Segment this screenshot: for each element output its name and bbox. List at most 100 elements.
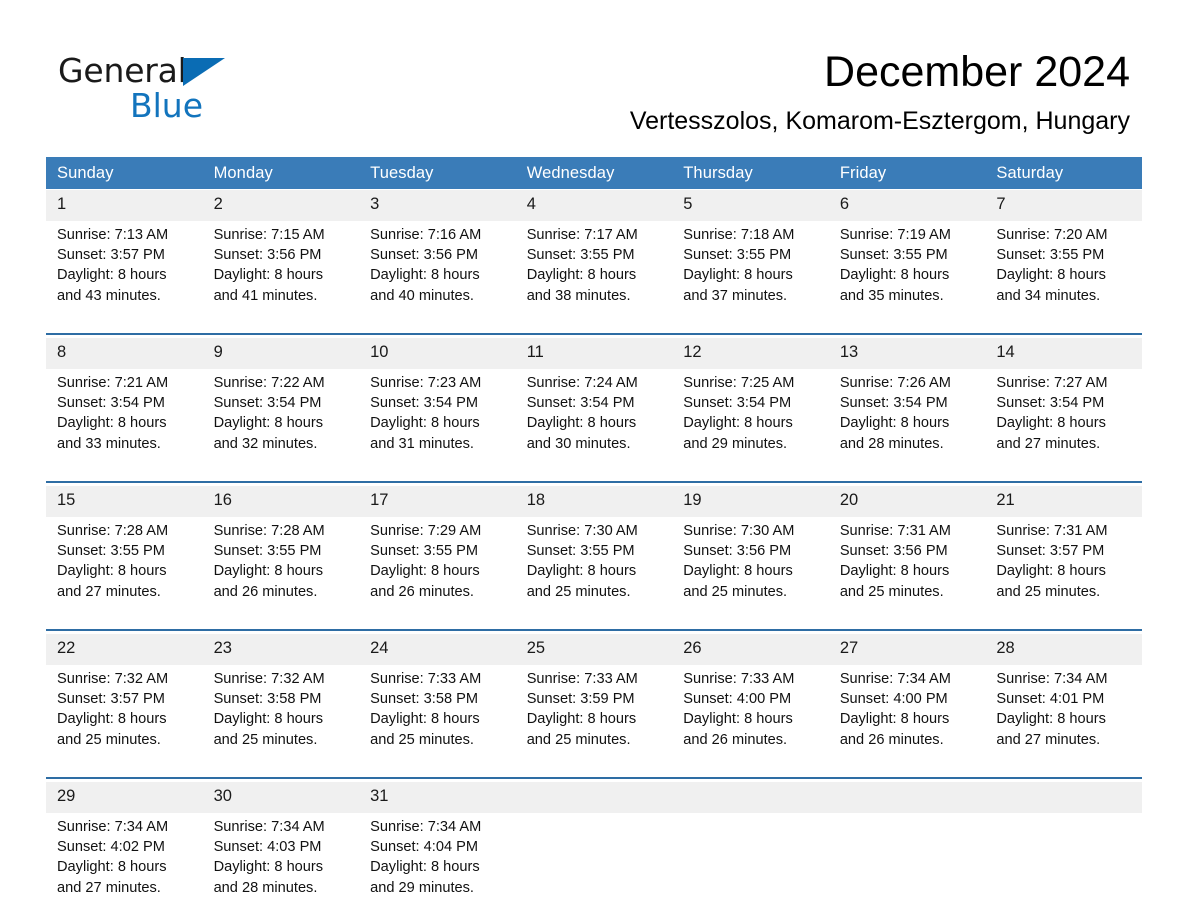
day-sunset-line: Sunset: 3:55 PM [683, 247, 792, 264]
logo-triangle-icon [182, 58, 225, 86]
day-number-cell[interactable]: 7 [985, 190, 1142, 221]
week-separator-cell [46, 773, 1142, 782]
day-daylight-line: Daylight: 8 hours [213, 711, 324, 728]
day-sunset-line: Sunset: 3:56 PM [683, 543, 792, 560]
day-detail-cell[interactable]: Sunrise: 7:15 AM Sunset: 3:56 PM Daylight:… [202, 221, 360, 329]
day-number-cell[interactable]: 31 [359, 782, 516, 813]
day-detail-cell[interactable]: Sunrise: 7:32 AM Sunset: 3:58 PM Daylight:… [202, 665, 360, 773]
day-number-cell[interactable]: 30 [202, 782, 360, 813]
day-daylight-line: and 25 minutes. [526, 583, 631, 600]
day-daylight-line: Daylight: 8 hours [526, 267, 637, 284]
day-detail-cell[interactable]: Sunrise: 7:19 AM Sunset: 3:55 PM Daylight:… [828, 221, 986, 329]
day-detail-cell[interactable]: Sunrise: 7:27 AM Sunset: 3:54 PM Daylight:… [985, 369, 1142, 477]
day-number-cell[interactable]: 8 [46, 338, 203, 369]
day-detail-cell[interactable]: Sunrise: 7:30 AM Sunset: 3:56 PM Daylight:… [672, 517, 829, 625]
day-detail-cell[interactable]: Sunrise: 7:33 AM Sunset: 3:59 PM Daylight:… [515, 665, 673, 773]
day-number-cell[interactable]: 9 [202, 338, 360, 369]
day-number-cell[interactable]: 14 [985, 338, 1142, 369]
week-separator [46, 477, 1142, 486]
day-detail-cell[interactable]: Sunrise: 7:25 AM Sunset: 3:54 PM Daylight:… [672, 369, 829, 477]
day-detail-cell[interactable]: Sunrise: 7:28 AM Sunset: 3:55 PM Daylight:… [46, 517, 203, 625]
day-detail-cell[interactable]: Sunrise: 7:34 AM Sunset: 4:02 PM Daylight:… [46, 813, 203, 921]
day-number-cell[interactable]: 26 [672, 634, 829, 665]
day-detail-cell-empty [985, 813, 1142, 921]
day-detail-cell[interactable]: Sunrise: 7:18 AM Sunset: 3:55 PM Daylight:… [672, 221, 829, 329]
day-number-cell[interactable]: 15 [46, 486, 203, 517]
day-number-cell[interactable]: 10 [359, 338, 516, 369]
day-detail-cell[interactable]: Sunrise: 7:32 AM Sunset: 3:57 PM Daylight:… [46, 665, 203, 773]
day-detail-cell[interactable]: Sunrise: 7:16 AM Sunset: 3:56 PM Daylight:… [359, 221, 516, 329]
logo-text-blue: Blue [130, 86, 204, 125]
day-detail-cell[interactable]: Sunrise: 7:29 AM Sunset: 3:55 PM Daylight:… [359, 517, 516, 625]
day-daylight-line: Daylight: 8 hours [683, 267, 793, 284]
day-daylight-line: and 27 minutes. [996, 731, 1101, 748]
day-number-cell[interactable]: 20 [828, 486, 986, 517]
day-number-row: 8 9 10 11 12 13 14 [46, 338, 1142, 369]
day-sunset-line: Sunset: 3:56 PM [370, 247, 479, 264]
day-detail-cell[interactable]: Sunrise: 7:20 AM Sunset: 3:55 PM Daylight:… [985, 221, 1142, 329]
day-daylight-line: and 38 minutes. [526, 287, 631, 304]
day-detail-cell[interactable]: Sunrise: 7:33 AM Sunset: 3:58 PM Daylight:… [359, 665, 516, 773]
day-daylight-line: and 26 minutes. [683, 731, 788, 748]
day-detail-cell-empty [672, 813, 829, 921]
day-number-cell[interactable]: 13 [828, 338, 986, 369]
day-detail-cell[interactable]: Sunrise: 7:17 AM Sunset: 3:55 PM Daylight:… [515, 221, 673, 329]
day-sunset-line: Sunset: 3:56 PM [839, 543, 948, 560]
day-sunrise-line: Sunrise: 7:30 AM [683, 523, 795, 539]
day-number-cell[interactable]: 4 [515, 190, 673, 221]
day-detail-row: Sunrise: 7:13 AM Sunset: 3:57 PM Daylight:… [46, 221, 1142, 329]
day-daylight-line: and 25 minutes. [996, 583, 1101, 600]
day-detail-cell[interactable]: Sunrise: 7:34 AM Sunset: 4:01 PM Daylight:… [985, 665, 1142, 773]
day-detail-cell[interactable]: Sunrise: 7:34 AM Sunset: 4:03 PM Daylight:… [202, 813, 360, 921]
day-number-cell[interactable]: 16 [202, 486, 360, 517]
day-number-cell[interactable]: 24 [359, 634, 516, 665]
day-number-cell[interactable]: 1 [46, 190, 203, 221]
day-sunset-line: Sunset: 3:57 PM [996, 543, 1105, 560]
day-detail-cell[interactable]: Sunrise: 7:26 AM Sunset: 3:54 PM Daylight:… [828, 369, 986, 477]
day-detail-cell[interactable]: Sunrise: 7:22 AM Sunset: 3:54 PM Daylight:… [202, 369, 360, 477]
day-number-cell[interactable]: 17 [359, 486, 516, 517]
day-detail-cell[interactable]: Sunrise: 7:24 AM Sunset: 3:54 PM Daylight:… [515, 369, 673, 477]
day-daylight-line: and 25 minutes. [370, 731, 474, 748]
day-detail-cell[interactable]: Sunrise: 7:21 AM Sunset: 3:54 PM Daylight:… [46, 369, 203, 477]
day-sunset-line: Sunset: 4:02 PM [57, 839, 165, 856]
day-number-cell[interactable]: 6 [828, 190, 986, 221]
day-detail-cell[interactable]: Sunrise: 7:31 AM Sunset: 3:56 PM Daylight:… [828, 517, 986, 625]
day-number-cell[interactable]: 5 [672, 190, 829, 221]
day-sunrise-line: Sunrise: 7:17 AM [526, 227, 638, 243]
day-daylight-line: and 37 minutes. [683, 287, 788, 304]
day-number-cell[interactable]: 25 [515, 634, 673, 665]
day-sunset-line: Sunset: 3:56 PM [213, 247, 322, 264]
day-detail-cell[interactable]: Sunrise: 7:34 AM Sunset: 4:00 PM Daylight:… [828, 665, 986, 773]
day-sunrise-line: Sunrise: 7:27 AM [996, 375, 1108, 391]
day-number-cell[interactable]: 2 [202, 190, 360, 221]
day-sunrise-line: Sunrise: 7:26 AM [839, 375, 951, 391]
weekday-header-thursday: Thursday [672, 157, 829, 189]
day-number-cell[interactable]: 11 [515, 338, 673, 369]
day-detail-cell[interactable]: Sunrise: 7:31 AM Sunset: 3:57 PM Daylight:… [985, 517, 1142, 625]
day-detail-cell[interactable]: Sunrise: 7:33 AM Sunset: 4:00 PM Daylight:… [672, 665, 829, 773]
day-number-cell[interactable]: 19 [672, 486, 829, 517]
day-daylight-line: Daylight: 8 hours [213, 563, 324, 580]
day-detail-cell[interactable]: Sunrise: 7:28 AM Sunset: 3:55 PM Daylight:… [202, 517, 360, 625]
day-detail-cell[interactable]: Sunrise: 7:23 AM Sunset: 3:54 PM Daylight:… [359, 369, 516, 477]
day-number-cell[interactable]: 27 [828, 634, 986, 665]
day-daylight-line: Daylight: 8 hours [996, 267, 1106, 284]
day-detail-cell[interactable]: Sunrise: 7:34 AM Sunset: 4:04 PM Daylight:… [359, 813, 516, 921]
day-daylight-line: Daylight: 8 hours [213, 859, 324, 876]
day-number-cell[interactable]: 28 [985, 634, 1142, 665]
day-number-cell[interactable]: 22 [46, 634, 203, 665]
day-number-cell[interactable]: 18 [515, 486, 673, 517]
day-sunset-line: Sunset: 3:54 PM [683, 395, 792, 412]
day-daylight-line: and 25 minutes. [57, 731, 161, 748]
day-sunrise-line: Sunrise: 7:18 AM [683, 227, 795, 243]
day-number-cell[interactable]: 29 [46, 782, 203, 813]
day-number-cell[interactable]: 3 [359, 190, 516, 221]
day-number-cell[interactable]: 23 [202, 634, 360, 665]
day-detail-cell[interactable]: Sunrise: 7:30 AM Sunset: 3:55 PM Daylight:… [515, 517, 673, 625]
day-sunrise-line: Sunrise: 7:13 AM [57, 227, 169, 243]
day-number-cell[interactable]: 21 [985, 486, 1142, 517]
day-detail-cell[interactable]: Sunrise: 7:13 AM Sunset: 3:57 PM Daylight:… [46, 221, 203, 329]
day-number-cell[interactable]: 12 [672, 338, 829, 369]
day-daylight-line: Daylight: 8 hours [370, 415, 480, 432]
